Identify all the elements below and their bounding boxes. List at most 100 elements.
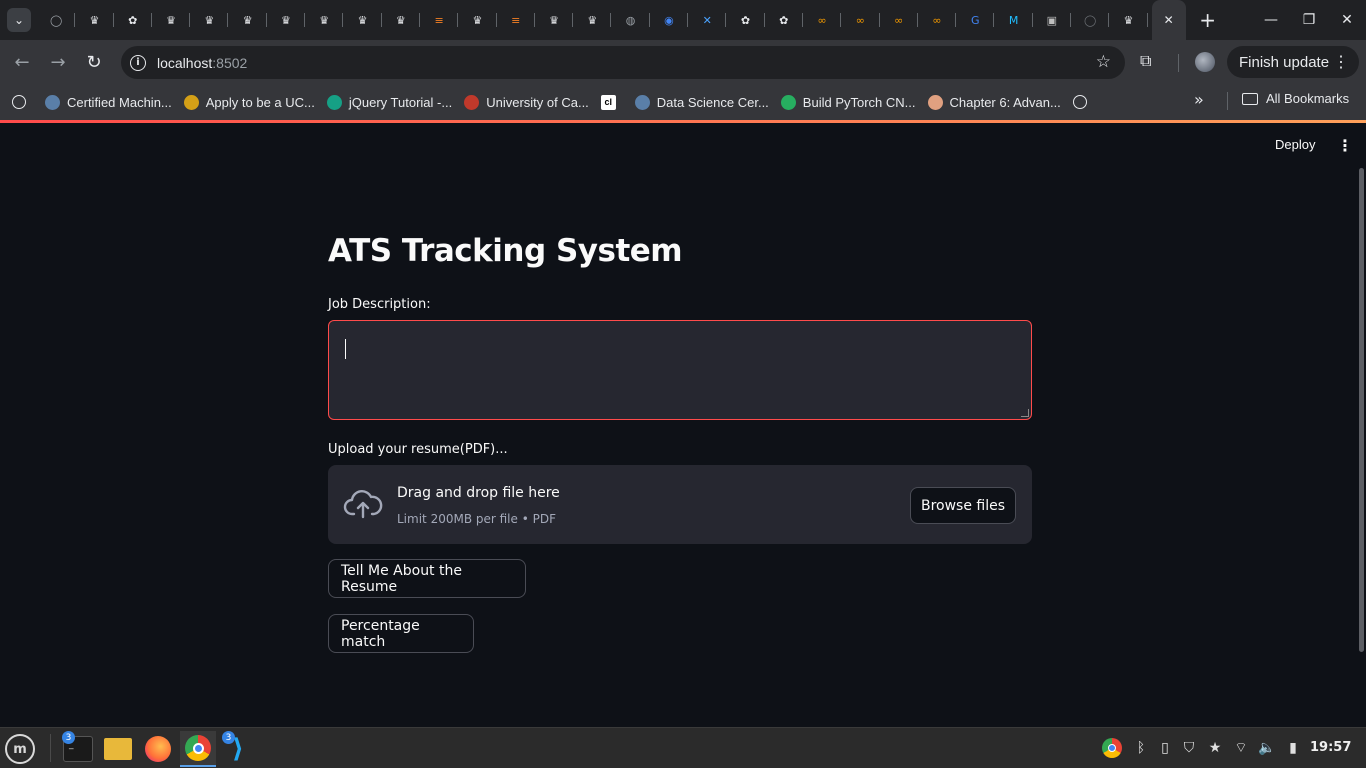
job-description-input[interactable] [328, 320, 1032, 420]
deploy-button[interactable]: Deploy [1275, 137, 1315, 152]
globe-icon: ◍ [625, 13, 636, 27]
forward-button[interactable]: → [40, 44, 76, 80]
browser-tab[interactable]: ♛ [267, 0, 306, 40]
files-app[interactable] [100, 731, 136, 767]
browser-tab[interactable]: ◯ [1071, 0, 1110, 40]
volume-icon[interactable]: 🔈 [1257, 738, 1277, 758]
star-icon[interactable]: ★ [1205, 738, 1225, 758]
browser-tab[interactable]: ♛ [382, 0, 421, 40]
browser-tab[interactable]: ♛ [458, 0, 497, 40]
extensions-icon[interactable]: ⧉ [1140, 51, 1151, 71]
bookmark-item[interactable]: Build PyTorch CN... [780, 88, 916, 116]
bookmark-item[interactable]: University of Ca... [464, 88, 589, 116]
bookmark-globe[interactable] [12, 88, 33, 116]
more-bookmarks-icon[interactable]: » [1194, 90, 1204, 109]
browser-tab[interactable]: ♛ [343, 0, 382, 40]
browser-tab[interactable]: G [956, 0, 995, 40]
taskbar: m _ 3 ⟩ 3 ᛒ ▯ ⛉ ★ ⌔ 🔈 ▮ 19:57 [0, 727, 1366, 768]
dropzone-subtitle: Limit 200MB per file • PDF [397, 512, 556, 526]
bookmark-list: Certified Machin... Apply to be a UC... jQ… [33, 88, 1061, 116]
bluetooth-icon[interactable]: ᛒ [1131, 738, 1151, 758]
bookmark-item[interactable]: Certified Machin... [45, 88, 172, 116]
browser-tab-strip: ⌄ ◯ ♛ ✿ ♛ ♛ ♛ ♛ ♛ ♛ ♛ ≡ ♛ ≡ ♛ ♛ ◍ ◉ ✕ ✿ ✿ ∞ ∞ ∞ ∞ G M ▣ ◯ ♛ ✕ + — ❐ … [0, 0, 1366, 40]
bookmark-label: Chapter 6: Advan... [949, 94, 1061, 110]
browser-tab[interactable]: ∞ [880, 0, 919, 40]
globe-icon [12, 95, 26, 109]
bookmark-label: Certified Machin... [67, 94, 172, 110]
browser-tab[interactable]: ♛ [573, 0, 612, 40]
browser-tab[interactable]: ♛ [535, 0, 574, 40]
shield-icon[interactable]: ⛉ [1179, 738, 1199, 758]
address-bar[interactable]: i localhost:8502 ☆ [121, 46, 1125, 79]
file-dropzone[interactable]: Drag and drop file here Limit 200MB per … [328, 465, 1032, 544]
browser-tab[interactable]: ✿ [726, 0, 765, 40]
percentage-match-button[interactable]: Percentage match [328, 614, 474, 653]
browser-tab[interactable]: ▣ [1033, 0, 1072, 40]
browser-tab[interactable]: ♛ [1109, 0, 1148, 40]
browser-tab[interactable]: ✿ [765, 0, 804, 40]
browser-tab[interactable]: ♛ [305, 0, 344, 40]
browser-tab[interactable]: ♛ [152, 0, 191, 40]
taskbar-separator [50, 734, 51, 762]
finish-update-button[interactable]: Finish update ⋮ [1227, 46, 1359, 78]
browser-tab[interactable]: ✕ [688, 0, 727, 40]
browser-tab[interactable]: ≡ [420, 0, 459, 40]
vscode-app[interactable]: ⟩ 3 [220, 731, 256, 767]
browser-tab[interactable]: ∞ [803, 0, 842, 40]
browser-tab[interactable]: ∞ [841, 0, 880, 40]
browser-tab[interactable]: ∞ [918, 0, 957, 40]
tab-search-button[interactable]: ⌄ [7, 8, 31, 32]
site-info-icon[interactable]: i [130, 54, 146, 71]
bookmark-item[interactable]: Apply to be a UC... [183, 88, 315, 116]
bookmark-item[interactable]: cl [600, 88, 623, 116]
firefox-app[interactable] [140, 731, 176, 767]
scrollbar[interactable] [1359, 168, 1364, 652]
browser-tab[interactable]: ♛ [228, 0, 268, 40]
battery-icon[interactable]: ▮ [1283, 738, 1303, 758]
restore-icon[interactable]: ❐ [1290, 0, 1328, 40]
browse-files-button[interactable]: Browse files [910, 487, 1016, 524]
page-content: Deploy ⋮ ATS Tracking System Job Descrip… [0, 120, 1366, 727]
clipboard-icon[interactable]: ▯ [1155, 738, 1175, 758]
stackoverflow-icon: ≡ [434, 13, 444, 27]
globe-icon [634, 94, 650, 110]
minimize-icon[interactable]: — [1252, 0, 1290, 40]
close-icon[interactable]: ✕ [1161, 12, 1177, 28]
chrome-app[interactable] [180, 731, 216, 767]
close-window-icon[interactable]: ✕ [1328, 0, 1366, 40]
resize-handle[interactable] [1021, 409, 1029, 417]
shield-icon [464, 94, 480, 110]
browser-tab[interactable]: ♛ [190, 0, 229, 40]
browser-tab[interactable]: ✿ [114, 0, 153, 40]
browser-tab[interactable]: ◯ [37, 0, 76, 40]
tell-me-about-resume-button[interactable]: Tell Me About the Resume [328, 559, 526, 598]
bookmark-item[interactable]: jQuery Tutorial -... [326, 88, 452, 116]
bookmark-label: University of Ca... [486, 94, 589, 110]
bookmark-item[interactable]: Chapter 6: Advan... [927, 88, 1061, 116]
bookmark-globe-end[interactable] [1072, 88, 1094, 116]
text-caret [345, 339, 346, 359]
back-button[interactable]: ← [4, 44, 40, 80]
browser-tab[interactable]: ◍ [611, 0, 651, 40]
chrome-icon [185, 735, 211, 761]
wifi-icon[interactable]: ⌔ [1231, 738, 1251, 758]
browser-tab[interactable]: ≡ [497, 0, 536, 40]
mint-menu-icon[interactable]: m [5, 734, 35, 764]
bookmark-item[interactable]: Data Science Cer... [634, 88, 769, 116]
url-text[interactable]: localhost:8502 [157, 55, 247, 71]
profile-avatar[interactable] [1195, 52, 1215, 72]
browser-tab[interactable]: ♛ [75, 0, 114, 40]
browser-tab[interactable]: ◉ [650, 0, 689, 40]
more-vert-icon: ⋮ [1333, 54, 1349, 71]
browser-tab[interactable]: M [994, 0, 1034, 40]
bookmark-star-icon[interactable]: ☆ [1096, 52, 1111, 72]
terminal-app[interactable]: _ 3 [60, 731, 96, 767]
new-tab-button[interactable]: + [1194, 6, 1222, 34]
crown-icon: ♛ [280, 13, 291, 27]
main-menu-icon[interactable]: ⋮ [1337, 136, 1353, 155]
all-bookmarks-button[interactable]: All Bookmarks [1242, 91, 1349, 106]
active-tab[interactable]: ✕ [1151, 0, 1186, 40]
clock: 19:57 [1310, 740, 1352, 755]
chrome-tray-icon[interactable] [1101, 738, 1123, 758]
reload-button[interactable]: ↻ [76, 44, 112, 80]
